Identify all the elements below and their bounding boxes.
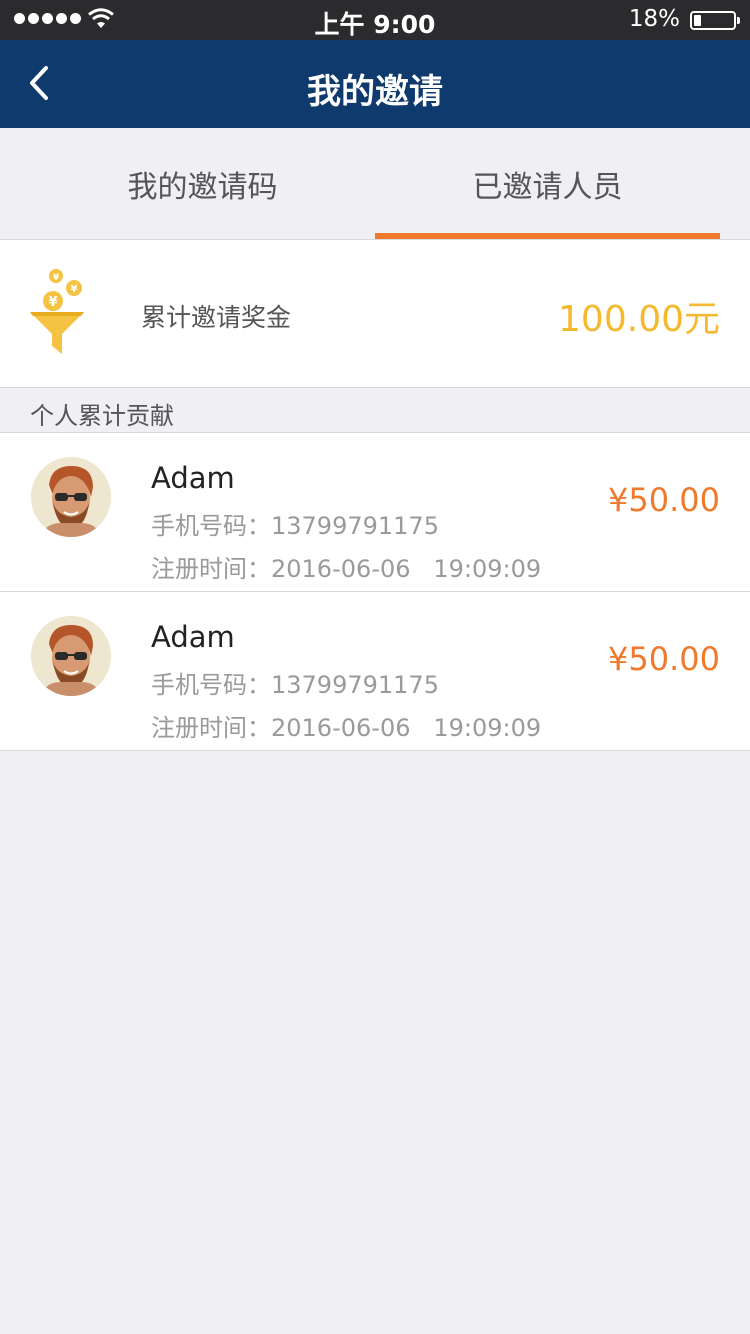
invitee-row[interactable]: Adam 手机号码：13799791175 注册时间：2016-06-06 19…	[0, 592, 750, 751]
invitee-registration-time: 注册时间：2016-06-06 19:09:09	[151, 708, 541, 743]
battery-icon	[690, 11, 740, 30]
bonus-summary-card: ¥ ¥ ¥ 累计邀请奖金 100.00元	[0, 239, 750, 388]
phone-number: 13799791175	[271, 671, 439, 699]
section-title: 个人累计贡献	[30, 402, 174, 430]
svg-text:¥: ¥	[71, 284, 78, 295]
invitee-phone: 手机号码：13799791175	[151, 506, 439, 541]
status-bar: 上午 9:00 18%	[0, 0, 750, 40]
bonus-amount: 100.00元	[558, 299, 720, 340]
nav-bar: 我的邀请	[0, 40, 750, 128]
invitee-name: Adam	[151, 620, 235, 654]
registration-label: 注册时间：	[151, 714, 271, 742]
invitee-name: Adam	[151, 461, 235, 495]
invitee-phone: 手机号码：13799791175	[151, 665, 439, 700]
phone-number: 13799791175	[271, 512, 439, 540]
avatar	[31, 457, 111, 537]
svg-text:¥: ¥	[48, 295, 57, 310]
phone-label: 手机号码：	[151, 671, 271, 699]
registration-value: 2016-06-06 19:09:09	[271, 714, 542, 742]
phone-label: 手机号码：	[151, 512, 271, 540]
bonus-label: 累计邀请奖金	[141, 303, 292, 332]
invitee-row[interactable]: Adam 手机号码：13799791175 注册时间：2016-06-06 19…	[0, 433, 750, 592]
invitee-amount: ¥50.00	[608, 481, 720, 519]
invitee-list: Adam 手机号码：13799791175 注册时间：2016-06-06 19…	[0, 432, 750, 751]
invitee-registration-time: 注册时间：2016-06-06 19:09:09	[151, 549, 541, 584]
svg-text:¥: ¥	[53, 273, 60, 283]
page-title: 我的邀请	[307, 72, 443, 112]
tab-my-invite-code[interactable]: 我的邀请码	[30, 128, 375, 239]
battery-percentage: 18%	[628, 6, 680, 32]
coin-funnel-icon: ¥ ¥ ¥	[30, 269, 84, 354]
tab-bar: 我的邀请码 已邀请人员	[0, 128, 750, 239]
tab-invited-members[interactable]: 已邀请人员	[375, 128, 720, 239]
registration-label: 注册时间：	[151, 555, 271, 583]
registration-value: 2016-06-06 19:09:09	[271, 555, 542, 583]
avatar	[31, 616, 111, 696]
invitee-amount: ¥50.00	[608, 640, 720, 678]
